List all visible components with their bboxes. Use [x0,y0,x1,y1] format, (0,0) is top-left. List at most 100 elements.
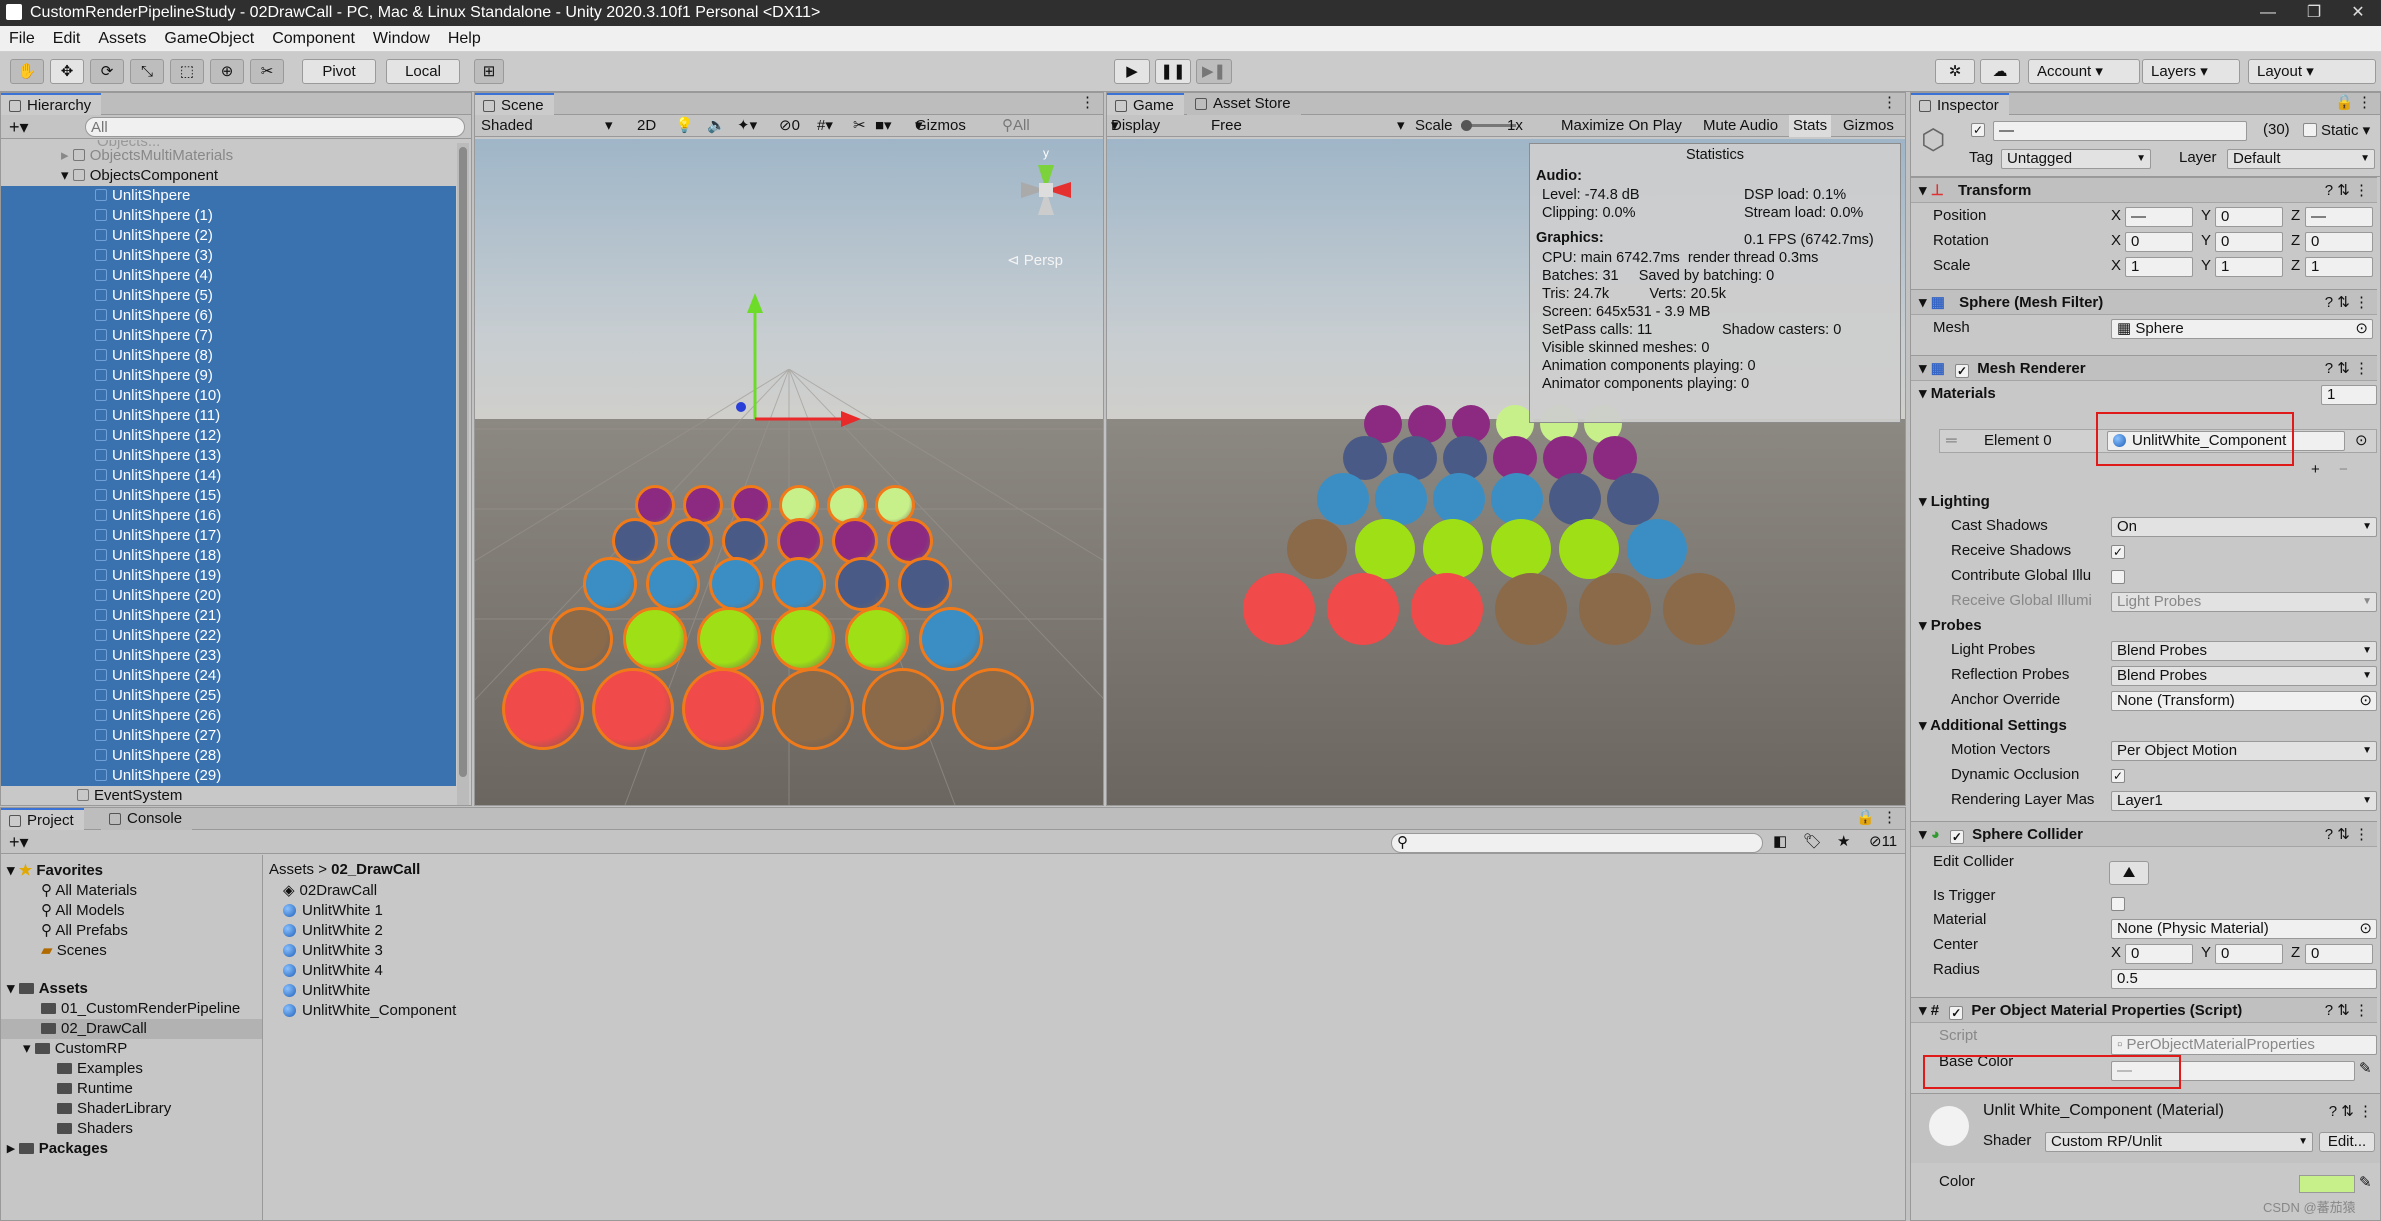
file-item[interactable]: UnlitWhite 2 [283,921,383,941]
rect-tool-icon[interactable]: ⬚ [170,59,204,84]
radius-field[interactable]: 0.5 [2111,969,2377,989]
assets-header[interactable]: ▾ Assets [7,979,88,999]
meshrenderer-enabled-checkbox[interactable]: ✓ [1955,364,1970,378]
menu-component[interactable]: Component [263,26,364,52]
cloud-icon[interactable]: ☁ [1980,59,2020,84]
reflection-probes-dropdown[interactable]: Blend Probes [2111,666,2377,686]
hierarchy-scroll-thumb[interactable] [459,147,467,777]
folder-shaderlibrary[interactable]: ShaderLibrary [57,1099,171,1119]
tab-hierarchy[interactable]: Hierarchy [1,93,102,115]
probes-section[interactable]: ▾ Probes [1919,615,1982,637]
project-menu-icon[interactable]: ⋮ [1882,808,1897,826]
center-y-field[interactable]: 0 [2215,944,2283,964]
folder-01-customrenderpipeline[interactable]: 01_CustomRenderPipeline [41,999,240,1019]
layout-dropdown[interactable]: Layout ▾ [2248,59,2376,84]
sphere-object[interactable] [898,557,952,611]
menu-gameobject[interactable]: GameObject [155,26,263,52]
rendering-layer-dropdown[interactable]: Layer1 [2111,791,2377,811]
hierarchy-item-parent[interactable]: ▾ ObjectsComponent [61,166,456,186]
sphere-object[interactable] [697,607,761,671]
hierarchy-item-child[interactable]: UnlitShpere (27) [1,726,456,746]
scale-slider-thumb[interactable] [1461,120,1472,131]
game-gizmos-toggle[interactable]: Gizmos [1843,115,1894,137]
hierarchy-item-eventsystem[interactable]: EventSystem [77,786,456,805]
hierarchy-scrollbar[interactable] [457,143,469,805]
stats-toggle[interactable]: Stats [1789,115,1832,137]
sphere-object[interactable] [845,607,909,671]
fav-scenes[interactable]: ▰ Scenes [41,941,107,961]
color-swatch[interactable] [2299,1175,2355,1193]
transform-tool-icon[interactable]: ⊕ [210,59,244,84]
game-menu-icon[interactable]: ⋮ [1882,93,1897,111]
hierarchy-search-input[interactable] [85,117,465,137]
scale-z-field[interactable]: 1 [2305,257,2373,277]
packages-header[interactable]: ▸ Packages [7,1139,108,1159]
sphere-object[interactable] [682,668,764,750]
hierarchy-item-child[interactable]: UnlitShpere (28) [1,746,456,766]
mesh-field[interactable]: ▦ Sphere ⊙ [2111,319,2373,339]
materials-count-field[interactable]: 1 [2321,385,2377,405]
hierarchy-item-child[interactable]: UnlitShpere (20) [1,586,456,606]
cast-shadows-dropdown[interactable]: On [2111,517,2377,537]
sphere-object[interactable] [502,668,584,750]
folder-examples[interactable]: Examples [57,1059,143,1079]
element0-picker-icon[interactable]: ⊙ [2355,431,2368,449]
file-item[interactable]: UnlitWhite 3 [283,941,383,961]
drag-handle-icon[interactable]: ═ [1946,432,1957,449]
close-button[interactable]: ✕ [2335,0,2381,26]
sphere-object[interactable] [592,668,674,750]
rotation-z-field[interactable]: 0 [2305,232,2373,252]
restore-button[interactable]: ❐ [2291,0,2337,26]
maximize-on-play-toggle[interactable]: Maximize On Play [1561,115,1682,137]
anchor-override-field[interactable]: None (Transform) ⊙ [2111,691,2377,711]
hierarchy-item-child[interactable]: UnlitShpere (29) [1,766,456,786]
center-x-field[interactable]: 0 [2125,944,2193,964]
lighting-section[interactable]: ▾ Lighting [1919,491,1990,513]
position-x-field[interactable]: — [2125,207,2193,227]
remove-element-button[interactable]: − [2339,461,2348,478]
sphere-object[interactable] [952,668,1034,750]
hidden-packages-icon[interactable]: ⊘11 [1869,832,1897,850]
eyedropper-icon[interactable]: ✎ [2359,1059,2372,1077]
hierarchy-item-child[interactable]: UnlitShpere [1,186,456,206]
hierarchy-item-child[interactable]: UnlitShpere (13) [1,446,456,466]
step-button[interactable]: ▶❚ [1196,59,1232,84]
favorite-star-icon[interactable]: ★ [1837,832,1850,850]
file-item[interactable]: UnlitWhite 4 [283,961,383,981]
hierarchy-item-child[interactable]: UnlitShpere (21) [1,606,456,626]
pivot-toggle[interactable]: Pivot [302,59,376,84]
meshfilter-header[interactable]: ▾ ▦ Sphere (Mesh Filter)? ⇅ ⋮ [1911,289,2377,315]
position-y-field[interactable]: 0 [2215,207,2283,227]
tab-game[interactable]: Game [1107,93,1184,115]
sphere-object[interactable] [919,607,983,671]
hierarchy-item-child[interactable]: UnlitShpere (22) [1,626,456,646]
contribute-gi-checkbox[interactable] [2111,570,2125,584]
snap-icon[interactable]: ⊞ [474,59,504,84]
anchor-picker-icon[interactable]: ⊙ [2359,692,2372,710]
static-checkbox[interactable] [2303,123,2317,137]
orientation-gizmo[interactable]: y [1003,147,1089,233]
tools-icon[interactable]: ✂ [853,115,866,137]
hierarchy-item-multi[interactable]: ▸ ObjectsMultiMaterials [61,146,456,166]
collider-material-field[interactable]: None (Physic Material) ⊙ [2111,919,2377,939]
light-probes-dropdown[interactable]: Blend Probes [2111,641,2377,661]
hierarchy-item-child[interactable]: UnlitShpere (8) [1,346,456,366]
hierarchy-item-child[interactable]: UnlitShpere (16) [1,506,456,526]
2d-toggle[interactable]: 2D [637,115,656,137]
inspector-lock-icon[interactable]: 🔒 [2335,93,2354,111]
hierarchy-item-child[interactable]: UnlitShpere (12) [1,426,456,446]
tab-asset-store[interactable]: Asset Store [1187,93,1301,115]
custom-tool-icon[interactable]: ✂ [250,59,284,84]
display-dropdown[interactable]: Display 1 ▾ [1111,115,1160,156]
breadcrumb-current[interactable]: 02_DrawCall [331,861,420,878]
center-z-field[interactable]: 0 [2305,944,2373,964]
hierarchy-item-child[interactable]: UnlitShpere (11) [1,406,456,426]
hierarchy-item-child[interactable]: UnlitShpere (6) [1,306,456,326]
name-field[interactable]: — [1993,121,2247,141]
menu-file[interactable]: File [0,26,44,52]
meshrenderer-header[interactable]: ▾ ▦ ✓ Mesh Renderer? ⇅ ⋮ [1911,355,2377,381]
script-enabled-checkbox[interactable]: ✓ [1949,1006,1964,1020]
hierarchy-item-child[interactable]: UnlitShpere (14) [1,466,456,486]
hierarchy-item-child[interactable]: UnlitShpere (24) [1,666,456,686]
sphere-object[interactable] [772,668,854,750]
